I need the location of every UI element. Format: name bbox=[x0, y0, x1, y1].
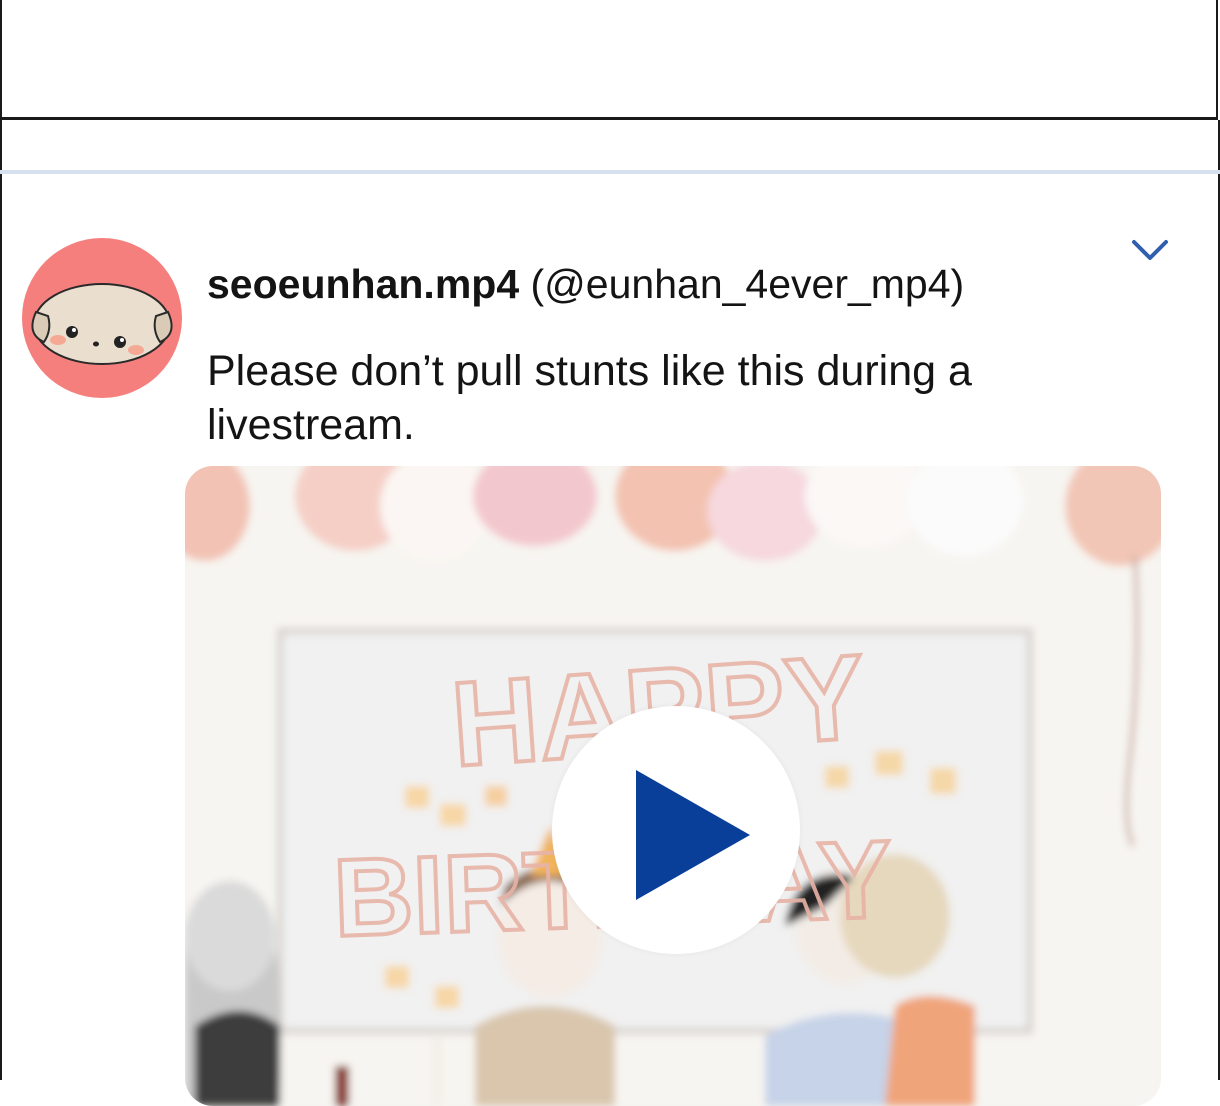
play-button[interactable] bbox=[552, 706, 800, 954]
display-name[interactable]: seoeunhan.mp4 bbox=[207, 261, 519, 307]
tweet-header: seoeunhan.mp4 (@eunhan_4ever_mp4) bbox=[207, 258, 964, 310]
divider bbox=[0, 170, 1220, 174]
avatar[interactable] bbox=[22, 238, 182, 398]
tweet-text: Please don’t pull stunts like this durin… bbox=[207, 347, 972, 449]
top-frame bbox=[0, 0, 1218, 120]
puppy-avatar-icon bbox=[31, 283, 173, 365]
chevron-down-icon[interactable] bbox=[1128, 234, 1172, 264]
user-handle[interactable]: (@eunhan_4ever_mp4) bbox=[531, 261, 965, 307]
play-icon bbox=[636, 770, 750, 900]
